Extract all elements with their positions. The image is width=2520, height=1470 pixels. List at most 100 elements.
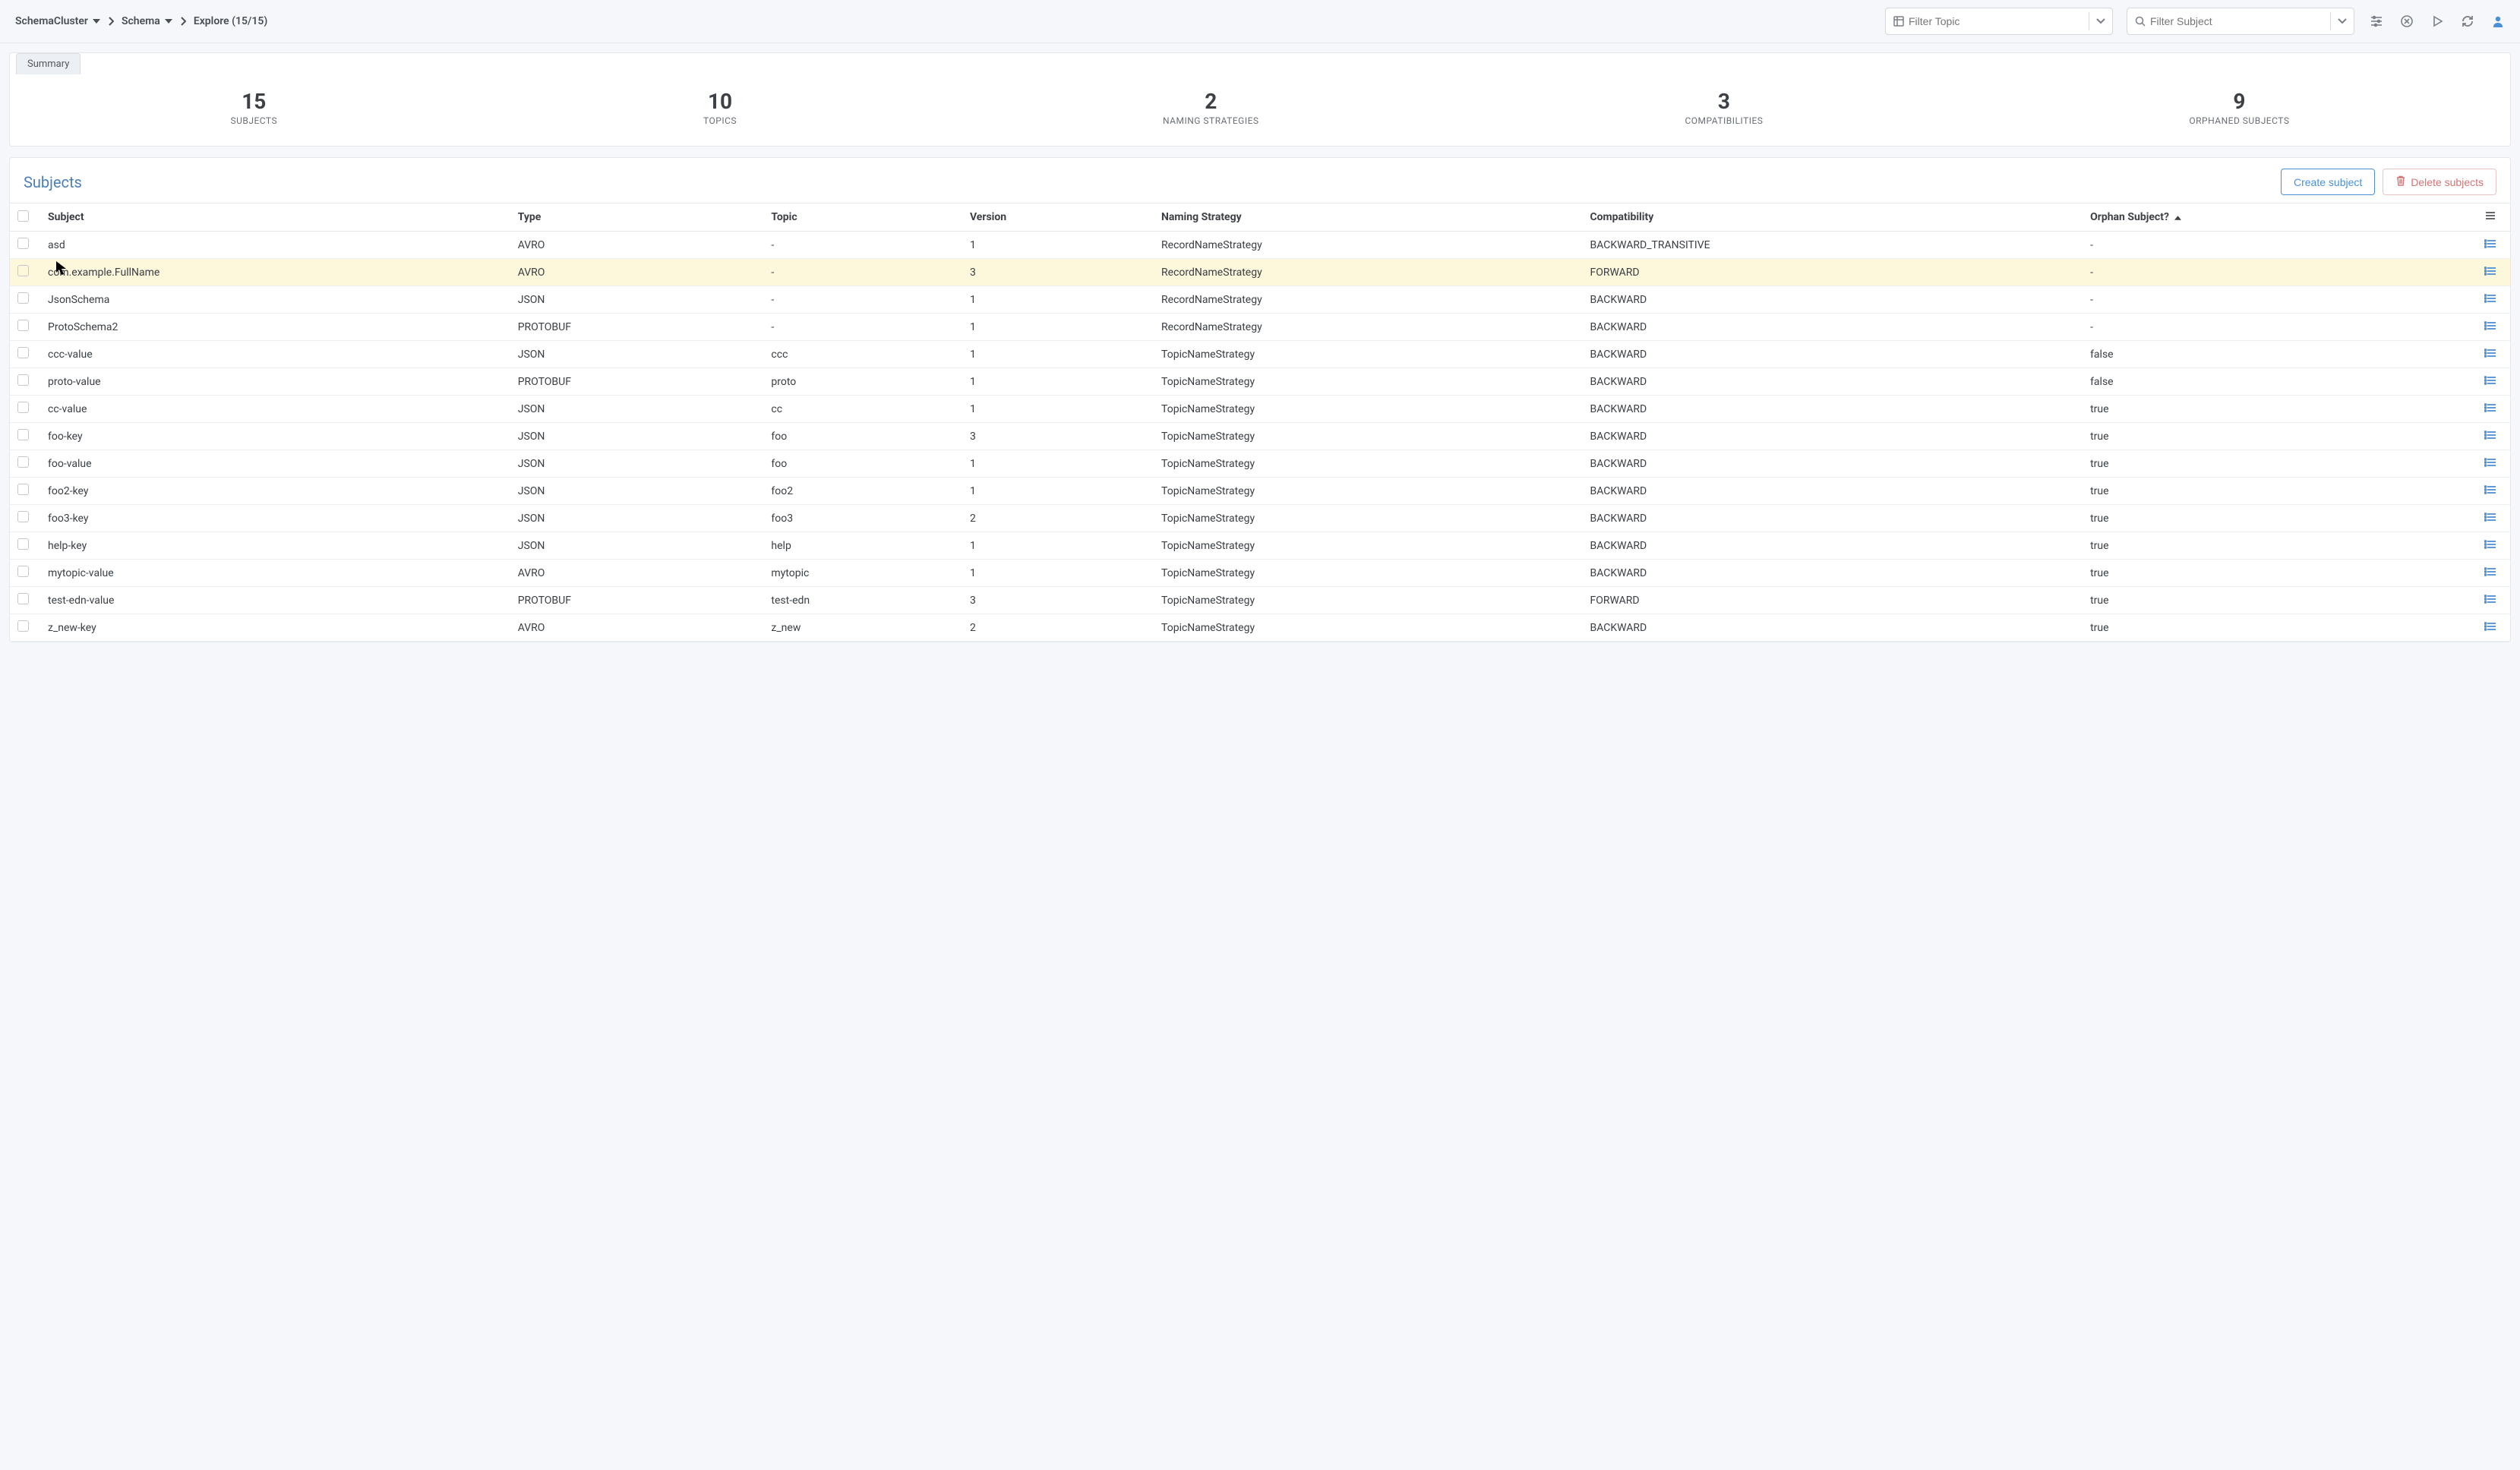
row-checkbox[interactable] (17, 484, 29, 495)
select-all-checkbox[interactable] (17, 210, 29, 222)
row-check-cell (10, 286, 40, 314)
table-row[interactable]: z_new-keyAVROz_new2TopicNameStrategyBACK… (10, 614, 2510, 642)
cell-orphan: true (2083, 614, 2477, 642)
sliders-icon[interactable] (2370, 14, 2383, 28)
col-options (2477, 203, 2510, 232)
row-details-icon[interactable] (2484, 348, 2496, 358)
chevron-down-icon[interactable] (2089, 18, 2112, 24)
columns-options-icon[interactable] (2484, 213, 2496, 225)
cell-actions (2477, 532, 2510, 560)
chevron-down-icon[interactable] (2331, 18, 2354, 24)
cell-type: PROTOBUF (510, 587, 764, 614)
table-row[interactable]: JsonSchemaJSON-1RecordNameStrategyBACKWA… (10, 286, 2510, 314)
row-checkbox[interactable] (17, 620, 29, 632)
row-checkbox[interactable] (17, 511, 29, 522)
table-row[interactable]: proto-valuePROTOBUFproto1TopicNameStrate… (10, 368, 2510, 396)
breadcrumb-cluster[interactable]: SchemaCluster (15, 15, 100, 27)
col-version[interactable]: Version (962, 203, 1154, 232)
cell-orphan: - (2083, 314, 2477, 341)
table-row[interactable]: ProtoSchema2PROTOBUF-1RecordNameStrategy… (10, 314, 2510, 341)
cell-version: 1 (962, 314, 1154, 341)
row-checkbox[interactable] (17, 456, 29, 468)
cell-naming: RecordNameStrategy (1154, 314, 1582, 341)
table-row[interactable]: foo3-keyJSONfoo32TopicNameStrategyBACKWA… (10, 505, 2510, 532)
table-row[interactable]: asdAVRO-1RecordNameStrategyBACKWARD_TRAN… (10, 232, 2510, 259)
row-checkbox[interactable] (17, 402, 29, 413)
summary-panel: Summary 15SUBJECTS10TOPICS2NAMING STRATE… (9, 52, 2511, 147)
summary-tab[interactable]: Summary (16, 53, 81, 74)
row-checkbox[interactable] (17, 238, 29, 249)
table-row[interactable]: com.example.FullNameAVRO-3RecordNameStra… (10, 259, 2510, 286)
breadcrumb-explore[interactable]: Explore (15/15) (194, 15, 267, 27)
create-subject-button[interactable]: Create subject (2281, 169, 2375, 195)
cell-compat: BACKWARD (1582, 368, 2083, 396)
col-type[interactable]: Type (510, 203, 764, 232)
row-checkbox[interactable] (17, 265, 29, 276)
stat-value: 9 (2189, 89, 2289, 114)
refresh-icon[interactable] (2461, 14, 2474, 28)
row-checkbox[interactable] (17, 429, 29, 440)
table-row[interactable]: foo2-keyJSONfoo21TopicNameStrategyBACKWA… (10, 478, 2510, 505)
row-details-icon[interactable] (2484, 484, 2496, 495)
stat-item: 10TOPICS (703, 89, 737, 126)
table-row[interactable]: test-edn-valuePROTOBUFtest-edn3TopicName… (10, 587, 2510, 614)
col-topic[interactable]: Topic (763, 203, 962, 232)
row-checkbox[interactable] (17, 292, 29, 304)
stat-value: 15 (230, 89, 277, 114)
table-row[interactable]: ccc-valueJSONccc1TopicNameStrategyBACKWA… (10, 341, 2510, 368)
cell-compat: BACKWARD (1582, 341, 2083, 368)
row-checkbox[interactable] (17, 566, 29, 577)
row-details-icon[interactable] (2484, 430, 2496, 440)
row-checkbox[interactable] (17, 347, 29, 358)
row-check-cell (10, 478, 40, 505)
delete-subjects-button[interactable]: Delete subjects (2383, 169, 2496, 195)
breadcrumb: SchemaCluster Schema Explore (15/15) (15, 15, 267, 27)
cell-topic: foo3 (763, 505, 962, 532)
row-details-icon[interactable] (2484, 375, 2496, 386)
stat-item: 15SUBJECTS (230, 89, 277, 126)
user-icon[interactable] (2491, 14, 2505, 28)
cell-type: JSON (510, 532, 764, 560)
row-details-icon[interactable] (2484, 457, 2496, 468)
col-subject[interactable]: Subject (40, 203, 510, 232)
row-details-icon[interactable] (2484, 293, 2496, 304)
cell-version: 1 (962, 478, 1154, 505)
cell-actions (2477, 450, 2510, 478)
row-details-icon[interactable] (2484, 320, 2496, 331)
row-checkbox[interactable] (17, 320, 29, 331)
table-row[interactable]: foo-keyJSONfoo3TopicNameStrategyBACKWARD… (10, 423, 2510, 450)
row-details-icon[interactable] (2484, 566, 2496, 577)
stat-label: COMPATIBILITIES (1685, 115, 1763, 126)
table-row[interactable]: mytopic-valueAVROmytopic1TopicNameStrate… (10, 560, 2510, 587)
filter-subject-input[interactable] (2127, 15, 2330, 27)
row-details-icon[interactable] (2484, 238, 2496, 249)
cell-compat: FORWARD (1582, 587, 2083, 614)
row-details-icon[interactable] (2484, 594, 2496, 604)
row-details-icon[interactable] (2484, 539, 2496, 550)
row-check-cell (10, 614, 40, 642)
filter-subject-select[interactable] (2127, 8, 2354, 35)
row-checkbox[interactable] (17, 374, 29, 386)
row-details-icon[interactable] (2484, 621, 2496, 632)
select-all-header (10, 203, 40, 232)
cell-topic: foo (763, 450, 962, 478)
cell-compat: BACKWARD (1582, 614, 2083, 642)
table-row[interactable]: help-keyJSONhelp1TopicNameStrategyBACKWA… (10, 532, 2510, 560)
row-checkbox[interactable] (17, 593, 29, 604)
table-row[interactable]: cc-valueJSONcc1TopicNameStrategyBACKWARD… (10, 396, 2510, 423)
breadcrumb-schema[interactable]: Schema (122, 15, 172, 27)
row-checkbox[interactable] (17, 538, 29, 550)
row-details-icon[interactable] (2484, 266, 2496, 276)
row-details-icon[interactable] (2484, 402, 2496, 413)
col-orphan[interactable]: Orphan Subject? (2083, 203, 2477, 232)
filter-topic-select[interactable] (1885, 8, 2113, 35)
play-icon[interactable] (2430, 14, 2444, 28)
col-naming[interactable]: Naming Strategy (1154, 203, 1582, 232)
col-compat[interactable]: Compatibility (1582, 203, 2083, 232)
cell-version: 2 (962, 505, 1154, 532)
row-details-icon[interactable] (2484, 512, 2496, 522)
stat-value: 2 (1163, 89, 1259, 114)
filter-topic-input[interactable] (1886, 15, 2089, 27)
close-circle-icon[interactable] (2400, 14, 2414, 28)
table-row[interactable]: foo-valueJSONfoo1TopicNameStrategyBACKWA… (10, 450, 2510, 478)
